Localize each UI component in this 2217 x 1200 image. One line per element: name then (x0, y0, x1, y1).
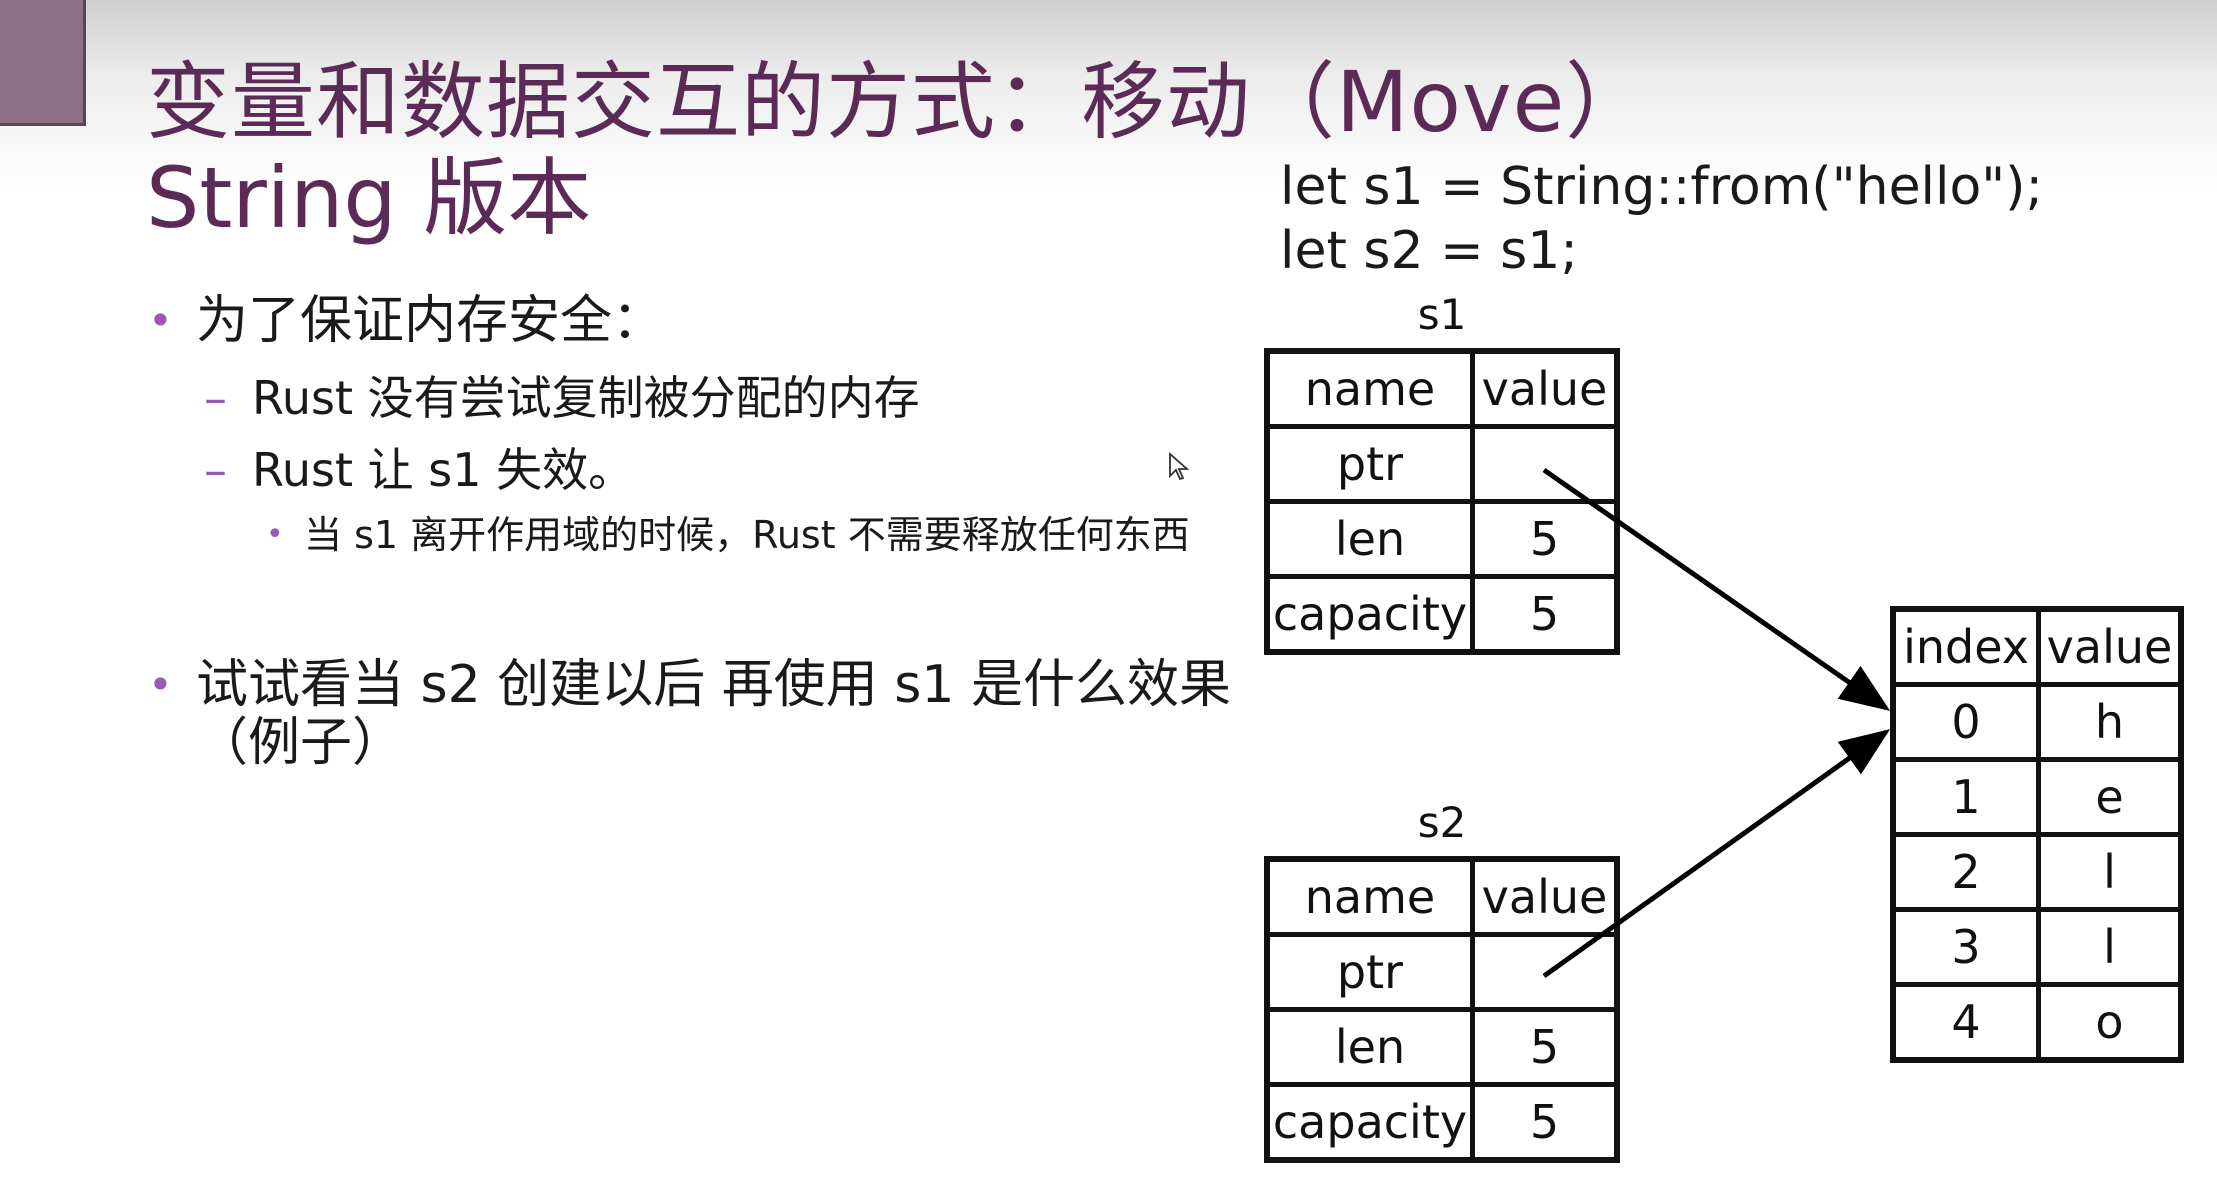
s1-ptr-arrow (1542, 467, 1891, 711)
s2-ptr-arrow (1542, 729, 1891, 979)
pointer-arrows (1542, 467, 1891, 979)
